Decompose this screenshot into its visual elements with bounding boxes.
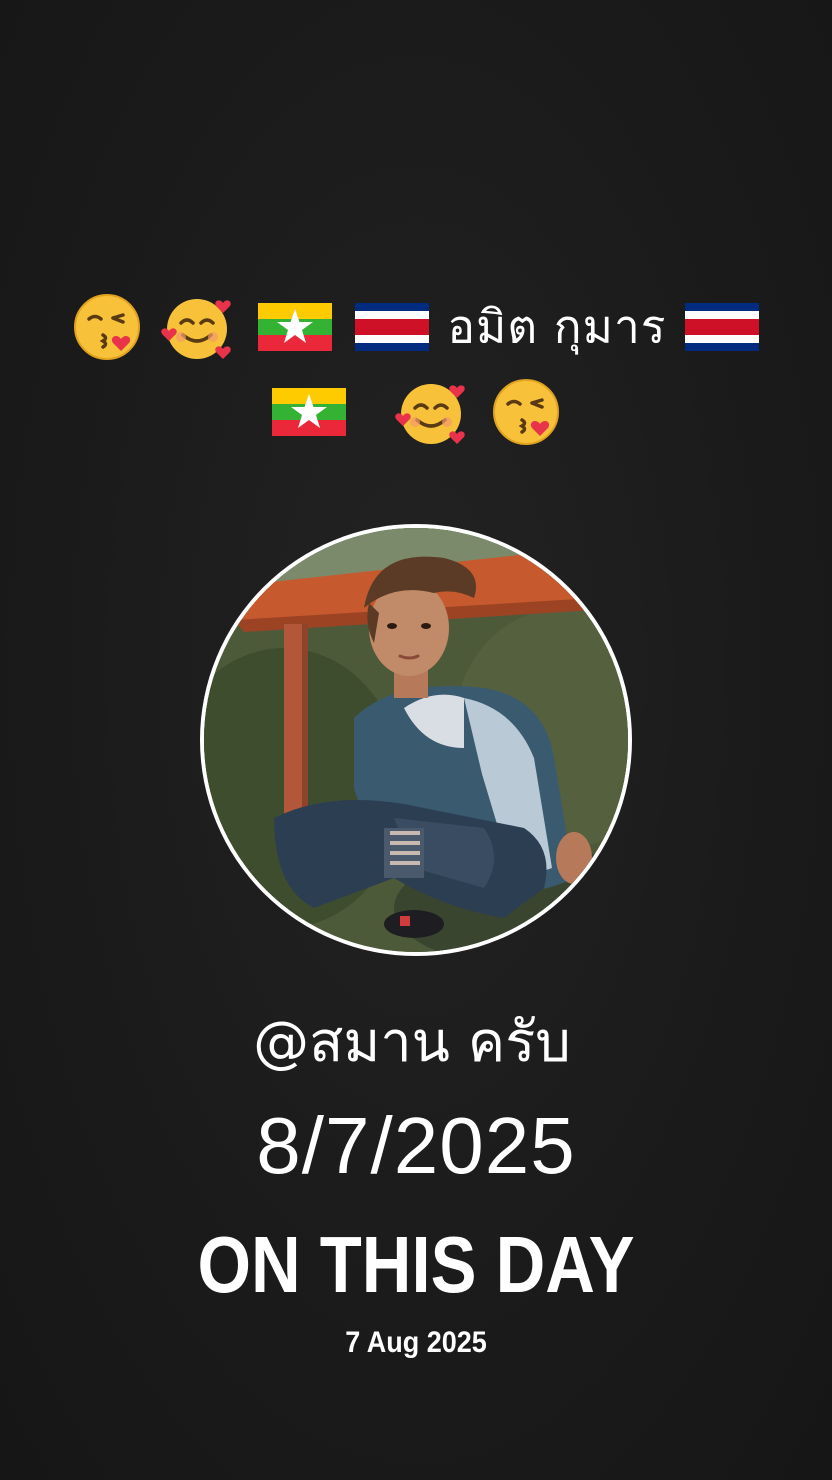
costa-rica-flag-icon [353,299,431,355]
caption-line-2 [60,368,772,450]
smiling-face-with-hearts-icon [395,376,471,448]
smiling-face-with-hearts-icon [161,291,237,363]
avatar-photo [204,528,628,952]
memory-screen: อมิต กุมาร @สมาน ครับ 8/7/2025 ON THIS D… [0,0,832,1480]
myanmar-flag-icon [270,384,348,440]
caption: อมิต กุมาร [60,282,772,450]
myanmar-flag-icon [256,299,334,355]
caption-line-1: อมิต กุมาร [60,282,772,368]
costa-rica-flag-icon [683,299,761,355]
kissing-face-icon [490,376,562,448]
on-this-day-title: ON THIS DAY [197,1220,635,1309]
kissing-face-icon [71,291,143,363]
profile-avatar[interactable] [200,524,632,956]
profile-handle: @สมาน ครับ [253,1010,571,1075]
memory-date-small: 7 Aug 2025 [345,1326,487,1359]
caption-name: อมิต กุมาร [447,299,667,354]
memory-date-large: 8/7/2025 [256,1101,576,1190]
